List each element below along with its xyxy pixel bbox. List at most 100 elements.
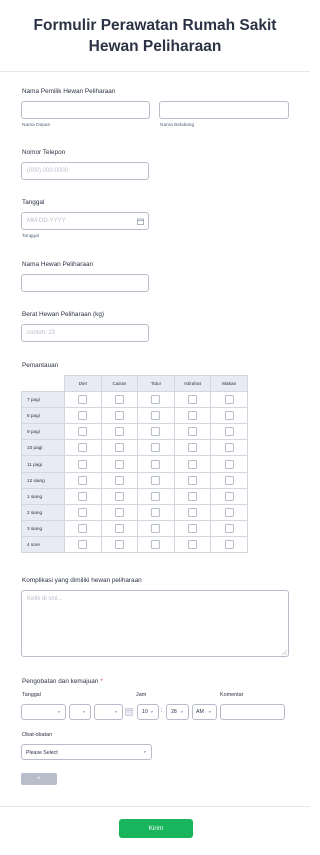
grid-checkbox[interactable] <box>224 443 234 453</box>
grid-checkbox[interactable] <box>151 507 161 517</box>
grid-checkbox[interactable] <box>151 459 161 469</box>
grid-checkbox[interactable] <box>188 539 198 549</box>
monitoring-label: Pemantauan <box>22 362 59 369</box>
grid-cell <box>137 519 175 537</box>
grid-checkbox[interactable] <box>151 539 161 549</box>
ampm-value: AM <box>196 709 204 715</box>
grid-checkbox[interactable] <box>224 539 234 549</box>
grid-checkbox[interactable] <box>78 411 88 421</box>
grid-checkbox[interactable] <box>188 475 198 485</box>
grid-cell <box>100 535 139 554</box>
date-input[interactable]: MM-DD-YYYY <box>21 212 149 230</box>
grid-checkbox[interactable] <box>78 491 88 501</box>
grid-checkbox[interactable] <box>188 491 198 501</box>
treatment-label-text: Pengobatan dan kemajuan <box>22 678 99 685</box>
grid-checkbox[interactable] <box>114 427 124 437</box>
grid-checkbox[interactable] <box>224 507 234 517</box>
grid-checkbox[interactable] <box>224 475 234 485</box>
phone-input[interactable]: (000) 000-0000 <box>21 162 149 180</box>
grid-checkbox[interactable] <box>151 395 161 405</box>
grid-checkbox[interactable] <box>151 475 161 485</box>
grid-checkbox[interactable] <box>114 459 124 469</box>
grid-checkbox[interactable] <box>224 411 234 421</box>
grid-cell <box>210 503 248 521</box>
grid-checkbox[interactable] <box>78 523 88 533</box>
grid-checkbox[interactable] <box>78 395 88 405</box>
resize-handle-icon[interactable] <box>282 650 287 655</box>
grid-column-header: Istirahat <box>173 374 212 393</box>
grid-checkbox[interactable] <box>114 411 124 421</box>
monitoring-grid: Diet Cairan Tidur Istirahat Makan 7 pagi… <box>21 374 248 554</box>
grid-checkbox[interactable] <box>114 395 124 405</box>
drug-selected-value: Please Select <box>26 749 58 756</box>
grid-cell <box>210 439 248 457</box>
last-name-input[interactable] <box>159 101 289 119</box>
grid-row-label: 4 sore <box>21 535 65 554</box>
time-separator: : <box>161 708 163 714</box>
grid-checkbox[interactable] <box>224 395 234 405</box>
grid-checkbox[interactable] <box>78 539 88 549</box>
grid-checkbox[interactable] <box>151 443 161 453</box>
grid-cell <box>100 455 139 473</box>
ampm-select[interactable]: AM ⌄ <box>192 704 217 720</box>
grid-checkbox[interactable] <box>114 443 124 453</box>
grid-checkbox[interactable] <box>188 395 198 405</box>
grid-row-label: 3 siang <box>21 519 65 537</box>
drug-label: Obat-obatan <box>22 732 52 738</box>
grid-checkbox[interactable] <box>188 523 198 533</box>
grid-cell <box>64 503 102 521</box>
grid-row-label: 2 siang <box>21 503 65 521</box>
grid-cell <box>173 503 212 521</box>
grid-cell <box>137 471 175 489</box>
grid-checkbox[interactable] <box>188 507 198 517</box>
comment-input[interactable] <box>220 704 285 720</box>
month-select[interactable]: ⌄ <box>21 704 66 720</box>
grid-checkbox[interactable] <box>188 411 198 421</box>
submit-button[interactable]: Kirim <box>119 819 193 838</box>
grid-checkbox[interactable] <box>188 427 198 437</box>
grid-checkbox[interactable] <box>114 491 124 501</box>
add-row-button[interactable]: + <box>21 773 57 785</box>
grid-checkbox[interactable] <box>224 523 234 533</box>
grid-checkbox[interactable] <box>114 539 124 549</box>
grid-checkbox[interactable] <box>78 427 88 437</box>
grid-checkbox[interactable] <box>151 427 161 437</box>
grid-checkbox[interactable] <box>224 491 234 501</box>
grid-checkbox[interactable] <box>114 507 124 517</box>
pet-name-input[interactable] <box>21 274 149 292</box>
year-select[interactable]: ⌄ <box>94 704 123 720</box>
grid-cell <box>100 423 139 441</box>
grid-checkbox[interactable] <box>188 459 198 469</box>
grid-checkbox[interactable] <box>151 523 161 533</box>
phone-placeholder: (000) 000-0000 <box>27 168 69 174</box>
minute-select[interactable]: 28 ⌄ <box>166 704 189 720</box>
grid-checkbox[interactable] <box>78 443 88 453</box>
pet-weight-input[interactable]: contoh: 23 <box>21 324 149 342</box>
calendar-icon[interactable] <box>137 218 144 225</box>
day-select[interactable]: ⌄ <box>69 704 91 720</box>
first-name-input[interactable] <box>21 101 150 119</box>
calendar-icon[interactable] <box>125 708 133 716</box>
grid-checkbox[interactable] <box>151 491 161 501</box>
grid-cell <box>64 535 102 554</box>
grid-checkbox[interactable] <box>114 523 124 533</box>
grid-checkbox[interactable] <box>188 443 198 453</box>
grid-cell <box>210 391 248 409</box>
form-header: Formulir Perawatan Rumah Sakit Hewan Pel… <box>0 0 310 72</box>
drug-select[interactable]: Please Select ⌄ <box>21 744 152 760</box>
grid-checkbox[interactable] <box>78 475 88 485</box>
grid-cell <box>173 535 212 554</box>
grid-checkbox[interactable] <box>224 427 234 437</box>
grid-checkbox[interactable] <box>78 507 88 517</box>
grid-row-label: 11 pagi <box>21 455 65 473</box>
grid-row: 1 siang <box>21 487 248 505</box>
grid-checkbox[interactable] <box>78 459 88 469</box>
complications-textarea[interactable]: Ketik di sini... <box>21 590 289 657</box>
grid-checkbox[interactable] <box>151 411 161 421</box>
hour-select[interactable]: 10 ⌄ <box>137 704 159 720</box>
chevron-down-icon: ⌄ <box>56 708 61 715</box>
required-mark: * <box>100 678 103 685</box>
grid-checkbox[interactable] <box>114 475 124 485</box>
grid-checkbox[interactable] <box>224 459 234 469</box>
grid-cell <box>137 423 175 441</box>
